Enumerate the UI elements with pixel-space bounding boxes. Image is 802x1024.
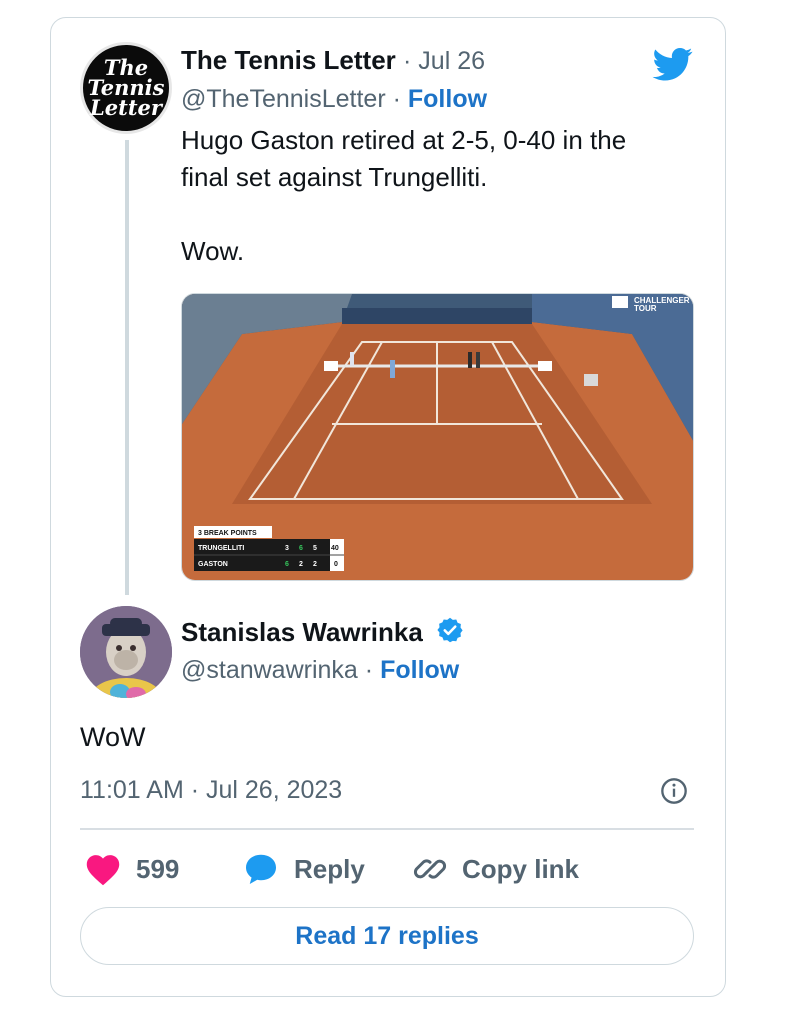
- avatar-text-letter: Letter: [90, 95, 162, 120]
- tweet-date[interactable]: · Jul 26: [403, 47, 485, 75]
- copy-link-button[interactable]: Copy link: [412, 846, 579, 892]
- scoreboard-player-name: GASTON: [198, 561, 228, 568]
- reply-bubble-icon: [246, 854, 276, 884]
- broadcast-logo-line2: TOUR: [634, 304, 657, 313]
- verified-badge-icon: [437, 617, 463, 643]
- reply-handle-row: @stanwawrinka · Follow: [181, 656, 459, 685]
- wawrinka-avatar[interactable]: [80, 606, 172, 698]
- tweet-text-line: final set against Trungelliti.: [181, 162, 488, 192]
- tweet-handle-row: @TheTennisLetter · Follow: [181, 85, 487, 114]
- scoreboard-set-score: 6: [299, 545, 303, 552]
- thread-connector-line: [125, 140, 129, 595]
- handle-separator: ·: [364, 656, 374, 684]
- scoreboard-set-score: 2: [313, 561, 317, 568]
- like-button[interactable]: 599: [84, 846, 179, 892]
- handle-separator: ·: [392, 85, 401, 113]
- scoreboard-points: 40: [331, 545, 339, 552]
- tweet-text-line: Wow.: [181, 236, 245, 266]
- scoreboard-points: 0: [334, 561, 338, 568]
- reply-author-row: Stanislas Wawrinka: [181, 616, 464, 648]
- link-icon: [413, 859, 447, 879]
- tweet-blank-line: [181, 196, 701, 233]
- reply-timestamp[interactable]: 11:01 AM · Jul 26, 2023: [80, 776, 342, 805]
- reply-label: Reply: [294, 853, 365, 884]
- tennis-letter-avatar[interactable]: The Tennis Letter: [80, 42, 172, 134]
- reply-body: WoW: [80, 722, 146, 752]
- follow-button[interactable]: Follow: [408, 85, 487, 113]
- reply-author-name[interactable]: Stanislas Wawrinka: [181, 617, 423, 647]
- scoreboard-set-score: 3: [285, 545, 289, 552]
- action-divider: [80, 828, 694, 830]
- tennis-court-image: CHALLENGER TOUR 3 BREAK POINTS TRUNGELLI…: [182, 294, 693, 580]
- follow-button[interactable]: Follow: [380, 656, 459, 684]
- scoreboard-set-score: 2: [299, 561, 303, 568]
- scoreboard-player-name: TRUNGELLITI: [198, 545, 244, 552]
- tennis-video-thumbnail[interactable]: CHALLENGER TOUR 3 BREAK POINTS TRUNGELLI…: [181, 293, 694, 581]
- tweet-body: Hugo Gaston retired at 2-5, 0-40 in the …: [181, 122, 701, 270]
- ape-avatar-image: [80, 606, 172, 698]
- tweet-text-line: Hugo Gaston retired at 2-5, 0-40 in the: [181, 125, 627, 155]
- scoreboard-set-score: 5: [313, 545, 317, 552]
- tweet-author-row: The Tennis Letter · Jul 26: [181, 45, 485, 76]
- info-icon[interactable]: [660, 777, 688, 805]
- read-replies-button[interactable]: Read 17 replies: [80, 907, 694, 965]
- like-count: 599: [136, 853, 180, 884]
- tweet-author-name[interactable]: The Tennis Letter: [181, 45, 396, 75]
- reply-handle[interactable]: @stanwawrinka: [181, 656, 358, 684]
- scoreboard-set-score: 6: [285, 561, 289, 568]
- twitter-bird-icon[interactable]: [650, 44, 696, 84]
- heart-icon: [86, 855, 120, 886]
- copy-link-label: Copy link: [462, 853, 580, 884]
- tweet-handle[interactable]: @TheTennisLetter: [181, 85, 386, 113]
- scoreboard-header: 3 BREAK POINTS: [198, 530, 257, 537]
- reply-button[interactable]: Reply: [242, 846, 365, 892]
